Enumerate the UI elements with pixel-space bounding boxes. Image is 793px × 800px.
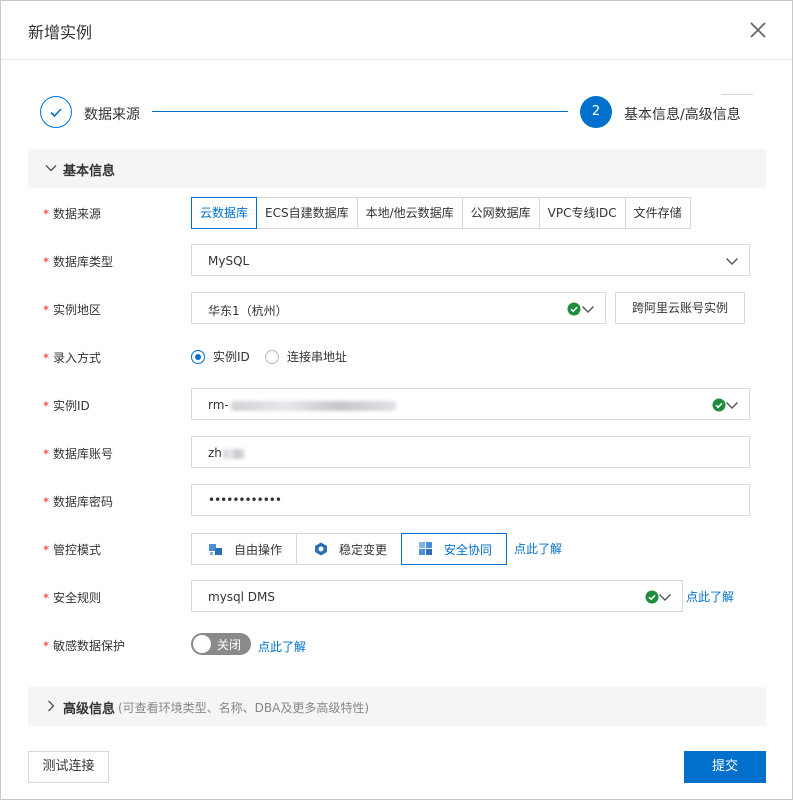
close-icon[interactable] [746, 18, 770, 42]
security-rule-learn-more-link[interactable]: 点此了解 [686, 588, 734, 605]
entry-method-label: * 录入方式 [43, 351, 102, 365]
db-type-label: * 数据库类型 [43, 255, 114, 269]
control-mode-security[interactable]: 安全协同 [401, 533, 507, 565]
stable-change-icon [315, 542, 327, 556]
chevron-down-icon [659, 594, 671, 601]
region-select[interactable]: 华东1（杭州） [191, 292, 606, 324]
basic-info-title: 基本信息 [63, 164, 116, 179]
chevron-down-icon [726, 402, 738, 409]
radio-selected-icon [191, 349, 205, 364]
radio-unselected-icon [265, 349, 279, 364]
step-2-label: 基本信息/高级信息 [624, 107, 741, 123]
security-collab-icon [419, 542, 432, 555]
entry-method-radio-connection[interactable]: 连接串地址 [265, 348, 347, 365]
control-mode-learn-more-link[interactable]: 点此了解 [514, 540, 562, 557]
db-password-label: * 数据库密码 [43, 495, 114, 509]
data-source-option-ecs[interactable]: ECS自建数据库 [256, 197, 358, 229]
sensitive-data-learn-more-link[interactable]: 点此了解 [258, 638, 306, 655]
step-2-indicator: 2 [580, 96, 612, 128]
region-label: * 实例地区 [43, 303, 102, 317]
check-icon [50, 108, 62, 118]
control-mode-label-text: 稳定变更 [339, 542, 388, 557]
check-circle-icon [567, 302, 581, 316]
chevron-right-icon [48, 700, 55, 712]
data-source-option-vpc[interactable]: VPC专线IDC [538, 197, 626, 229]
dialog-title: 新增实例 [28, 23, 93, 42]
data-source-option-public[interactable]: 公网数据库 [461, 197, 540, 229]
data-source-option-local[interactable]: 本地/他云数据库 [356, 197, 463, 229]
toggle-label: 关闭 [217, 638, 242, 652]
entry-method-radio-instance-id[interactable]: 实例ID [191, 348, 250, 365]
db-account-label: * 数据库账号 [43, 447, 114, 461]
free-operation-icon [209, 544, 222, 555]
radio-label: 连接串地址 [287, 350, 348, 364]
region-value: 华东1（杭州） [208, 304, 288, 318]
security-rule-value: mysql DMS [208, 590, 276, 604]
security-rule-label: * 安全规则 [43, 591, 102, 605]
test-connection-button[interactable]: 测试连接 [28, 751, 109, 783]
instance-id-value: rm- [208, 398, 396, 412]
db-type-select[interactable]: MySQL [191, 244, 750, 276]
divider [721, 94, 753, 95]
step-1-label: 数据来源 [84, 107, 140, 123]
control-mode-stable[interactable]: 稳定变更 [296, 533, 402, 565]
chevron-down-icon [582, 306, 594, 313]
db-account-value: zh [208, 446, 245, 460]
data-source-label: * 数据来源 [43, 207, 102, 221]
radio-label: 实例ID [213, 350, 250, 364]
sensitive-data-label: * 敏感数据保护 [43, 639, 126, 653]
data-source-option-cloud-db[interactable]: 云数据库 [191, 197, 258, 229]
data-source-option-file[interactable]: 文件存储 [624, 197, 691, 229]
check-circle-icon [645, 590, 659, 604]
basic-info-section-header[interactable]: 基本信息 [28, 149, 766, 188]
db-password-input[interactable]: •••••••••••• [191, 484, 750, 516]
db-account-input[interactable]: zh [191, 436, 750, 468]
db-password-value: •••••••••••• [208, 493, 282, 507]
check-circle-icon [712, 398, 726, 412]
advanced-info-section-header[interactable]: 高级信息 (可查看环境类型、名称、DBA及更多高级特性) [28, 687, 766, 726]
control-mode-free[interactable]: 自由操作 [191, 533, 297, 565]
step-connector [152, 111, 568, 112]
dialog-header: 新增实例 [1, 1, 792, 60]
db-type-value: MySQL [208, 254, 250, 268]
sensitive-data-toggle[interactable]: 关闭 [191, 633, 251, 655]
advanced-info-hint: (可查看环境类型、名称、DBA及更多高级特性) [118, 701, 370, 715]
step-1-done-indicator [40, 96, 72, 128]
toggle-knob [193, 635, 211, 653]
data-source-segmented: 云数据库 ECS自建数据库 本地/他云数据库 公网数据库 VPC专线IDC 文件… [191, 197, 691, 229]
instance-id-select[interactable]: rm- [191, 388, 750, 420]
chevron-down-icon [45, 165, 57, 172]
submit-button[interactable]: 提交 [684, 751, 766, 783]
security-rule-select[interactable]: mysql DMS [191, 580, 683, 612]
control-mode-label-text: 安全协同 [444, 542, 493, 557]
control-mode-label-text: 自由操作 [234, 542, 283, 557]
instance-id-label: * 实例ID [43, 399, 90, 413]
cross-account-button[interactable]: 跨阿里云账号实例 [615, 292, 745, 324]
chevron-down-icon [726, 258, 738, 265]
advanced-info-title: 高级信息 [63, 702, 116, 717]
control-mode-label: * 管控模式 [43, 543, 102, 557]
add-instance-dialog: 新增实例 数据来源 2 基本信息/高级信息 基本信息 * 数据来源 云数据库 EC… [0, 0, 793, 800]
